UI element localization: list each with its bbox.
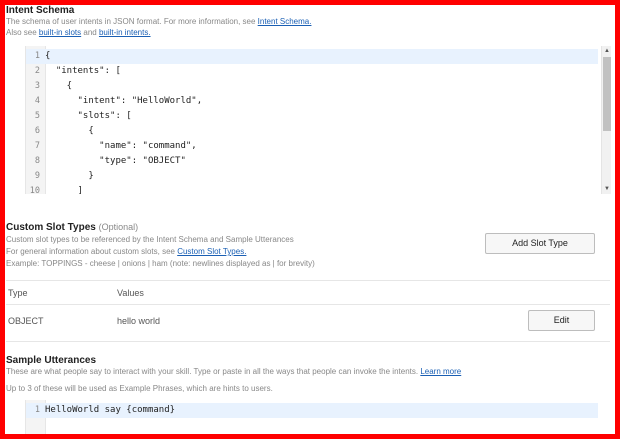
intent-schema-desc-1-text: The schema of user intents in JSON forma… [6,17,258,26]
line-number: 9 [34,171,40,181]
code-line[interactable]: 1 HelloWorld say {command} [26,403,598,418]
code-text: HelloWorld say {command} [45,405,176,415]
optional-label: (Optional) [98,222,139,232]
code-text: "intents": [ [45,66,121,76]
code-text: { [45,81,73,91]
intent-schema-desc-1: The schema of user intents in JSON forma… [6,17,311,26]
built-in-intents-link[interactable]: built-in intents. [99,28,151,37]
skill-interaction-model: Intent Schema The schema of user intents… [5,0,615,434]
line-number: 2 [34,66,40,76]
sample-utterances-desc-1-text: These are what people say to interact wi… [6,367,421,376]
intent-schema-editor[interactable]: ▲ ▼ 1{2 "intents": [3 {4 "intent": "Hell… [25,46,611,194]
intent-schema-link[interactable]: Intent Schema. [258,17,312,26]
code-text: "name": "command", [45,141,197,151]
edit-slot-type-button[interactable]: Edit [528,310,595,331]
code-line[interactable]: 7 "name": "command", [26,139,598,154]
line-number: 10 [29,186,40,194]
code-text: "slots": [ [45,111,132,121]
custom-slot-types-title: Custom Slot Types (Optional) [6,222,138,233]
code-line[interactable]: 10 ] [26,184,598,194]
intent-schema-desc-2: Also see built-in slots and built-in int… [6,28,151,37]
slot-values-cell: hello world [117,316,161,326]
column-header-values: Values [117,288,144,298]
code-line[interactable]: 2 "intents": [ [26,64,598,79]
code-text: "intent": "HelloWorld", [45,96,203,106]
custom-slot-desc-2-text: For general information about custom slo… [6,247,178,256]
intent-schema-title: Intent Schema [6,5,75,16]
line-number: 8 [34,156,40,166]
code-line[interactable]: 5 "slots": [ [26,109,598,124]
scrollbar-thumb[interactable] [603,57,611,131]
intent-schema-desc-2-mid: and [81,28,99,37]
code-line[interactable]: 8 "type": "OBJECT" [26,154,598,169]
code-text: { [45,51,51,61]
line-number: 6 [34,126,40,136]
custom-slot-desc-2: For general information about custom slo… [6,247,246,256]
code-line[interactable]: 6 { [26,124,598,139]
intent-schema-desc-2-prefix: Also see [6,28,39,37]
code-line[interactable]: 3 { [26,79,598,94]
line-number: 4 [34,96,40,106]
code-line[interactable]: 9 } [26,169,598,184]
sample-utterances-title: Sample Utterances [6,355,97,366]
learn-more-link[interactable]: Learn more [420,367,461,376]
table-bottom-divider [6,341,610,342]
code-line[interactable]: 1{ [26,49,598,64]
sample-utterances-desc-2: Up to 3 of these will be used as Example… [6,384,273,393]
line-number: 7 [34,141,40,151]
slot-type-cell: OBJECT [8,316,44,326]
code-text: ] [45,186,83,194]
custom-slot-types-link[interactable]: Custom Slot Types. [177,247,246,256]
line-number: 1 [34,405,40,415]
code-text: "type": "OBJECT" [45,156,186,166]
code-text: { [45,126,94,136]
line-number: 5 [34,111,40,121]
custom-slot-desc-1: Custom slot types to be referenced by th… [6,235,294,244]
table-header-divider [6,304,610,305]
column-header-type: Type [8,288,28,298]
scroll-down-arrow-icon[interactable]: ▼ [603,185,611,193]
add-slot-type-button[interactable]: Add Slot Type [485,233,595,254]
sample-utterances-desc-1: These are what people say to interact wi… [6,367,461,376]
code-text: } [45,171,94,181]
line-number: 3 [34,81,40,91]
editor-scrollbar[interactable]: ▲ ▼ [601,46,611,194]
code-line[interactable]: 4 "intent": "HelloWorld", [26,94,598,109]
sample-utterances-editor[interactable]: 1 HelloWorld say {command} [25,400,611,434]
line-number: 1 [34,51,40,61]
built-in-slots-link[interactable]: built-in slots [39,28,81,37]
table-top-divider [6,280,610,281]
scroll-up-arrow-icon[interactable]: ▲ [603,47,611,55]
custom-slot-types-title-text: Custom Slot Types [6,222,96,233]
custom-slot-desc-3: Example: TOPPINGS - cheese | onions | ha… [6,259,315,268]
